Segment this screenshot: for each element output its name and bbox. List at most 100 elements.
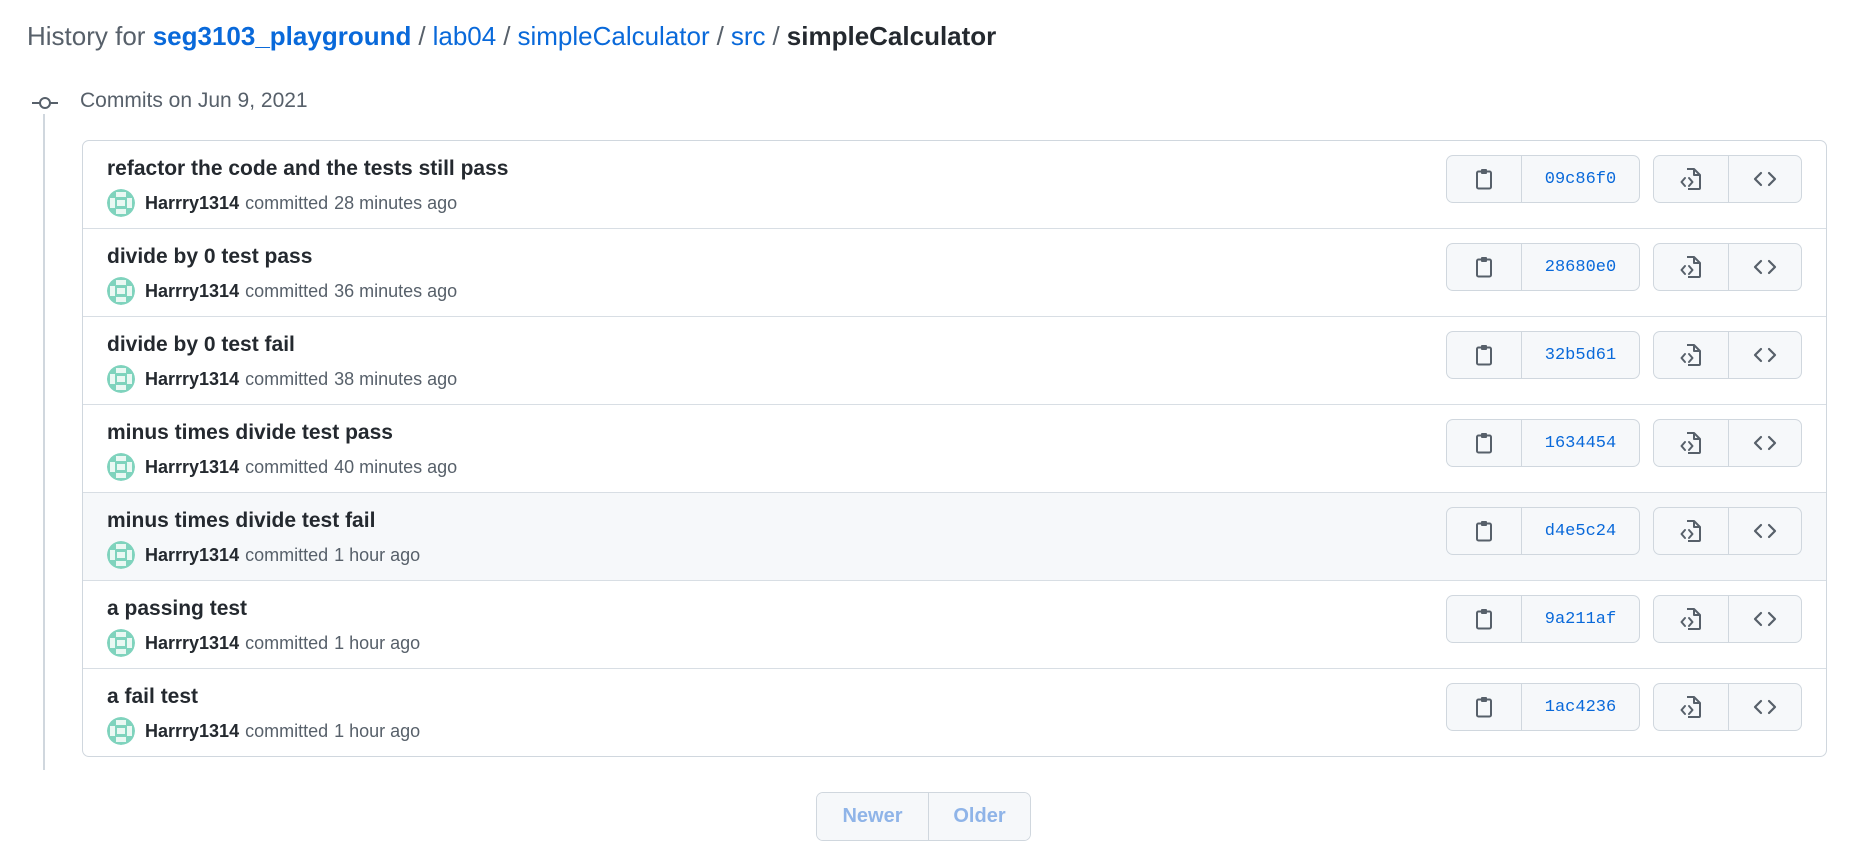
avatar[interactable] — [107, 717, 135, 745]
commit-author-link[interactable]: Harrry1314 — [145, 721, 239, 742]
commit-sha-link[interactable]: 9a211af — [1521, 596, 1639, 642]
commit-message-link[interactable]: divide by 0 test fail — [107, 331, 295, 359]
commit-author-link[interactable]: Harrry1314 — [145, 281, 239, 302]
commit-message-link[interactable]: divide by 0 test pass — [107, 243, 312, 271]
commit-author-link[interactable]: Harrry1314 — [145, 193, 239, 214]
copy-sha-button[interactable] — [1447, 684, 1521, 730]
commit-row: refactor the code and the tests still pa… — [83, 141, 1826, 229]
code-icon — [1753, 259, 1776, 275]
copy-sha-button[interactable] — [1447, 508, 1521, 554]
copy-sha-button[interactable] — [1447, 244, 1521, 290]
browse-group — [1653, 243, 1802, 291]
commit-sha-link[interactable]: d4e5c24 — [1521, 508, 1639, 554]
commit-sha-link[interactable]: 28680e0 — [1521, 244, 1639, 290]
commit-time: 1 hour ago — [334, 632, 421, 653]
commit-author-link[interactable]: Harrry1314 — [145, 633, 239, 654]
view-file-at-commit-button[interactable] — [1654, 156, 1728, 202]
breadcrumb-separator: / — [503, 21, 511, 51]
committed-label: committed — [245, 632, 329, 653]
browse-repo-at-commit-button[interactable] — [1727, 596, 1802, 642]
breadcrumb-simplecalculator-link[interactable]: simpleCalculator — [517, 21, 709, 51]
clipboard-icon — [1476, 433, 1492, 454]
browse-repo-at-commit-button[interactable] — [1727, 156, 1802, 202]
commit-sha-link[interactable]: 09c86f0 — [1521, 156, 1639, 202]
browse-group — [1653, 155, 1802, 203]
copy-sha-button[interactable] — [1447, 420, 1521, 466]
commit-message-link[interactable]: minus times divide test fail — [107, 507, 375, 535]
file-code-icon — [1680, 168, 1701, 190]
commit-time: 1 hour ago — [334, 544, 421, 565]
commit-time: 28 minutes ago — [334, 192, 458, 213]
clipboard-icon — [1476, 345, 1492, 366]
copy-sha-button[interactable] — [1447, 156, 1521, 202]
commit-meta: Harrry1314 committed 28 minutes ago — [107, 189, 457, 217]
page-title: History for seg3103_playground / lab04/sim… — [27, 18, 996, 54]
clipboard-icon — [1476, 697, 1492, 718]
git-commit-icon — [32, 92, 58, 114]
commit-sha-link[interactable]: 32b5d61 — [1521, 332, 1639, 378]
commit-message-link[interactable]: a passing test — [107, 595, 247, 623]
browse-repo-at-commit-button[interactable] — [1727, 420, 1802, 466]
commit-sha-link[interactable]: 1ac4236 — [1521, 684, 1639, 730]
code-icon — [1753, 171, 1776, 187]
commit-message-link[interactable]: minus times divide test pass — [107, 419, 393, 447]
copy-sha-button[interactable] — [1447, 596, 1521, 642]
breadcrumb-lab04-link[interactable]: lab04 — [433, 21, 497, 51]
commit-row: divide by 0 test fail Harrry1314 committ… — [83, 317, 1826, 405]
browse-group — [1653, 595, 1802, 643]
browse-repo-at-commit-button[interactable] — [1727, 508, 1802, 554]
browse-repo-at-commit-button[interactable] — [1727, 244, 1802, 290]
commit-message-link[interactable]: refactor the code and the tests still pa… — [107, 155, 508, 183]
file-code-icon — [1680, 344, 1701, 366]
code-icon — [1753, 435, 1776, 451]
avatar[interactable] — [107, 629, 135, 657]
view-file-at-commit-button[interactable] — [1654, 596, 1728, 642]
commit-sha-group: d4e5c24 — [1446, 507, 1640, 555]
file-code-icon — [1680, 432, 1701, 454]
older-button[interactable]: Older — [928, 793, 1030, 840]
clipboard-icon — [1476, 169, 1492, 190]
breadcrumb-repo-link[interactable]: seg3103_playground — [153, 21, 412, 51]
code-icon — [1753, 699, 1776, 715]
view-file-at-commit-button[interactable] — [1654, 684, 1728, 730]
commit-sha-group: 32b5d61 — [1446, 331, 1640, 379]
avatar[interactable] — [107, 189, 135, 217]
commit-author-link[interactable]: Harrry1314 — [145, 545, 239, 566]
avatar[interactable] — [107, 277, 135, 305]
commit-meta: Harrry1314 committed 40 minutes ago — [107, 453, 457, 481]
committed-label: committed — [245, 720, 329, 741]
commit-row: minus times divide test fail Harrry1314 … — [83, 493, 1826, 581]
browse-group — [1653, 507, 1802, 555]
commit-meta: Harrry1314 committed 36 minutes ago — [107, 277, 457, 305]
committed-label: committed — [245, 192, 329, 213]
commit-sha-group: 1634454 — [1446, 419, 1640, 467]
commit-author-link[interactable]: Harrry1314 — [145, 457, 239, 478]
browse-group — [1653, 683, 1802, 731]
view-file-at-commit-button[interactable] — [1654, 244, 1728, 290]
view-file-at-commit-button[interactable] — [1654, 420, 1728, 466]
committed-label: committed — [245, 456, 329, 477]
clipboard-icon — [1476, 521, 1492, 542]
commit-sha-link[interactable]: 1634454 — [1521, 420, 1639, 466]
pagination: Newer Older — [816, 792, 1031, 841]
history-prefix: History for — [27, 21, 146, 51]
newer-button[interactable]: Newer — [817, 793, 928, 840]
browse-repo-at-commit-button[interactable] — [1727, 684, 1802, 730]
commit-time: 40 minutes ago — [334, 456, 458, 477]
avatar[interactable] — [107, 541, 135, 569]
browse-repo-at-commit-button[interactable] — [1727, 332, 1802, 378]
breadcrumb-separator: / — [772, 21, 780, 51]
breadcrumb-separator: / — [418, 21, 426, 51]
commit-time: 38 minutes ago — [334, 368, 458, 389]
commit-time: 36 minutes ago — [334, 280, 458, 301]
commit-message-link[interactable]: a fail test — [107, 683, 198, 711]
view-file-at-commit-button[interactable] — [1654, 508, 1728, 554]
committed-label: committed — [245, 368, 329, 389]
avatar[interactable] — [107, 365, 135, 393]
commit-author-link[interactable]: Harrry1314 — [145, 369, 239, 390]
copy-sha-button[interactable] — [1447, 332, 1521, 378]
breadcrumb-src-link[interactable]: src — [731, 21, 766, 51]
committed-label: committed — [245, 280, 329, 301]
avatar[interactable] — [107, 453, 135, 481]
view-file-at-commit-button[interactable] — [1654, 332, 1728, 378]
